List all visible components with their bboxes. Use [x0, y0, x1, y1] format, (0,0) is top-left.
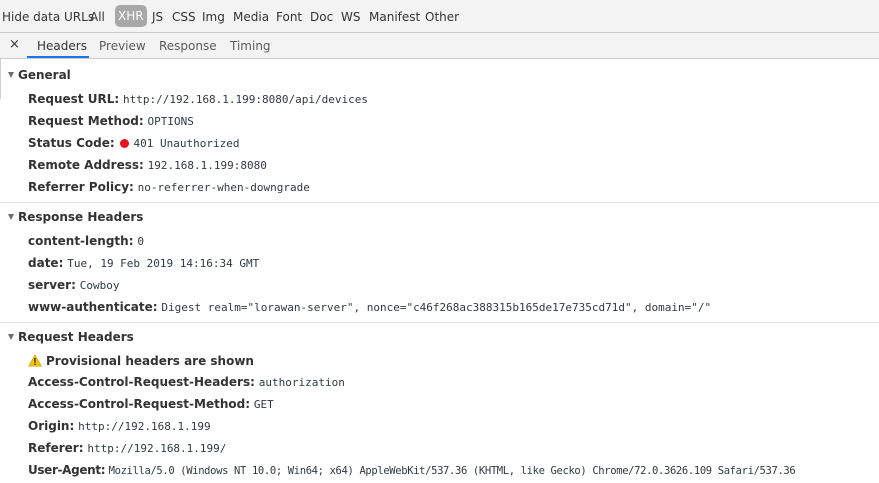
general-row: Referrer Policy: no-referrer-when-downgr… — [28, 179, 310, 195]
general-row: Request URL: http://192.168.1.199:8080/a… — [28, 91, 368, 107]
header-key: Access-Control-Request-Method: — [28, 397, 251, 411]
header-key: Remote Address: — [28, 158, 144, 172]
section-divider — [0, 202, 879, 203]
header-value: http://192.168.1.199/ — [87, 442, 227, 455]
general-row: Request Method: OPTIONS — [28, 113, 194, 129]
filter-bar: Hide data URLs All XHR JS CSS Img Media … — [0, 0, 879, 33]
section-title: General — [18, 68, 71, 82]
header-value: http://192.168.1.199 — [78, 420, 211, 433]
tab-timing[interactable]: Timing — [230, 38, 271, 54]
tab-response[interactable]: Response — [159, 38, 217, 54]
header-key: Origin: — [28, 419, 75, 433]
header-value: Digest realm="lorawan-server", nonce="c4… — [161, 301, 712, 314]
header-value: Mozilla/5.0 (Windows NT 10.0; Win64; x64… — [108, 465, 796, 477]
filter-manifest[interactable]: Manifest — [369, 9, 420, 25]
section-title: Request Headers — [18, 330, 134, 344]
header-value: GET — [253, 398, 274, 411]
header-key: date: — [28, 256, 64, 270]
request-header-row: Access-Control-Request-Method: GET — [28, 396, 274, 412]
header-key: Request Method: — [28, 114, 144, 128]
response-header-row: date: Tue, 19 Feb 2019 14:16:34 GMT — [28, 255, 259, 271]
filter-doc[interactable]: Doc — [310, 9, 333, 25]
header-key: User-Agent: — [28, 463, 106, 477]
warning-text: Provisional headers are shown — [46, 354, 254, 368]
header-key: Referer: — [28, 441, 84, 455]
section-title: Response Headers — [18, 210, 144, 224]
header-value: http://192.168.1.199:8080/api/devices — [122, 93, 369, 106]
request-header-row: Access-Control-Request-Headers: authoriz… — [28, 374, 345, 390]
triangle-down-icon — [8, 72, 14, 78]
tab-headers[interactable]: Headers — [37, 38, 87, 54]
section-request-headers-header[interactable]: Request Headers — [0, 329, 134, 345]
section-divider — [0, 322, 879, 323]
active-tab-indicator — [27, 56, 89, 58]
header-key: Request URL: — [28, 92, 120, 106]
filter-xhr[interactable]: XHR — [115, 5, 147, 27]
provisional-headers-warning: Provisional headers are shown — [28, 353, 254, 369]
response-header-row: www-authenticate: Digest realm="lorawan-… — [28, 299, 711, 315]
header-value: authorization — [258, 376, 345, 389]
warning-triangle-icon — [28, 354, 42, 367]
header-key: server: — [28, 278, 76, 292]
close-icon[interactable]: × — [9, 36, 20, 54]
header-value: 192.168.1.199:8080 — [147, 159, 267, 172]
header-value: OPTIONS — [147, 115, 194, 128]
header-key: Status Code: — [28, 136, 115, 150]
request-header-row: Referer: http://192.168.1.199/ — [28, 440, 226, 456]
filter-ws[interactable]: WS — [341, 9, 360, 25]
header-value: Tue, 19 Feb 2019 14:16:34 GMT — [67, 257, 260, 270]
request-header-row: User-Agent: Mozilla/5.0 (Windows NT 10.0… — [28, 462, 796, 478]
filter-js[interactable]: JS — [152, 9, 163, 25]
header-key: Access-Control-Request-Headers: — [28, 375, 255, 389]
general-row: Remote Address: 192.168.1.199:8080 — [28, 157, 267, 173]
filter-all[interactable]: All — [90, 9, 105, 25]
header-value: no-referrer-when-downgrade — [137, 181, 310, 194]
header-value: Cowboy — [79, 279, 120, 292]
filter-font[interactable]: Font — [276, 9, 302, 25]
triangle-down-icon — [8, 334, 14, 340]
section-response-headers-header[interactable]: Response Headers — [0, 209, 143, 225]
detail-tab-bar: × Headers Preview Response Timing — [0, 33, 879, 59]
hide-data-urls-toggle[interactable]: Hide data URLs — [2, 9, 94, 25]
response-header-row: content-length: 0 — [28, 233, 144, 249]
general-row: Status Code: 401 Unauthorized — [28, 135, 239, 151]
filter-other[interactable]: Other — [425, 9, 459, 25]
section-general-header[interactable]: General — [0, 67, 71, 83]
red-circle-icon — [120, 139, 130, 148]
header-value: 0 — [137, 235, 144, 248]
header-key: www-authenticate: — [28, 300, 158, 314]
status-code-value: 401 Unauthorized — [133, 137, 240, 150]
filter-media[interactable]: Media — [233, 9, 269, 25]
tab-preview[interactable]: Preview — [99, 38, 146, 54]
filter-img[interactable]: Img — [202, 9, 225, 25]
triangle-down-icon — [8, 214, 14, 220]
request-header-row: Origin: http://192.168.1.199 — [28, 418, 211, 434]
header-key: Referrer Policy: — [28, 180, 134, 194]
header-key: content-length: — [28, 234, 134, 248]
response-header-row: server: Cowboy — [28, 277, 119, 293]
filter-css[interactable]: CSS — [172, 9, 196, 25]
